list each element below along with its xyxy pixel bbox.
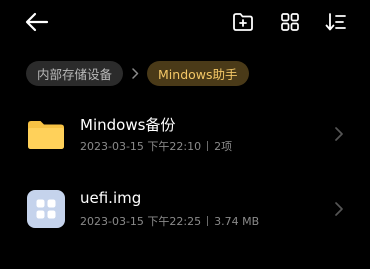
grid-view-icon: [281, 13, 299, 31]
file-manager-screen: 内部存储设备 Mindows助手 Mindows备份 2023-03-15 下午…: [0, 0, 370, 269]
chevron-right-icon: [335, 202, 343, 216]
file-meta: 2023-03-15 下午22:25 3.74 MB: [80, 213, 259, 229]
file-name: uefi.img: [80, 189, 142, 207]
breadcrumb: 内部存储设备 Mindows助手: [26, 61, 249, 86]
file-row-folder[interactable]: Mindows备份 2023-03-15 下午22:10 2项: [0, 106, 370, 162]
folder-icon: [26, 114, 66, 154]
sort-icon: [325, 13, 346, 31]
grid-view-button[interactable]: [275, 8, 305, 36]
file-name: Mindows备份: [80, 116, 176, 134]
chevron-right-icon: [123, 61, 147, 86]
file-date: 2023-03-15 下午22:10: [80, 140, 202, 153]
meta-divider: [207, 141, 209, 151]
meta-divider: [207, 216, 209, 226]
arrow-left-icon: [25, 12, 49, 32]
back-button[interactable]: [22, 8, 52, 36]
chevron-right-icon: [335, 127, 343, 141]
file-row-img[interactable]: uefi.img 2023-03-15 下午22:25 3.74 MB: [0, 181, 370, 237]
app-file-icon: [26, 189, 66, 229]
new-folder-button[interactable]: [228, 8, 258, 36]
breadcrumb-item-internal-storage[interactable]: 内部存储设备: [26, 61, 124, 86]
file-meta: 2023-03-15 下午22:10 2项: [80, 138, 232, 154]
file-size: 3.74 MB: [214, 214, 260, 228]
file-date: 2023-03-15 下午22:25: [80, 215, 202, 228]
file-item-count: 2项: [214, 140, 233, 153]
top-toolbar: [0, 0, 370, 44]
sort-button[interactable]: [321, 8, 351, 36]
breadcrumb-item-current[interactable]: Mindows助手: [147, 61, 249, 86]
folder-plus-icon: [233, 13, 253, 31]
